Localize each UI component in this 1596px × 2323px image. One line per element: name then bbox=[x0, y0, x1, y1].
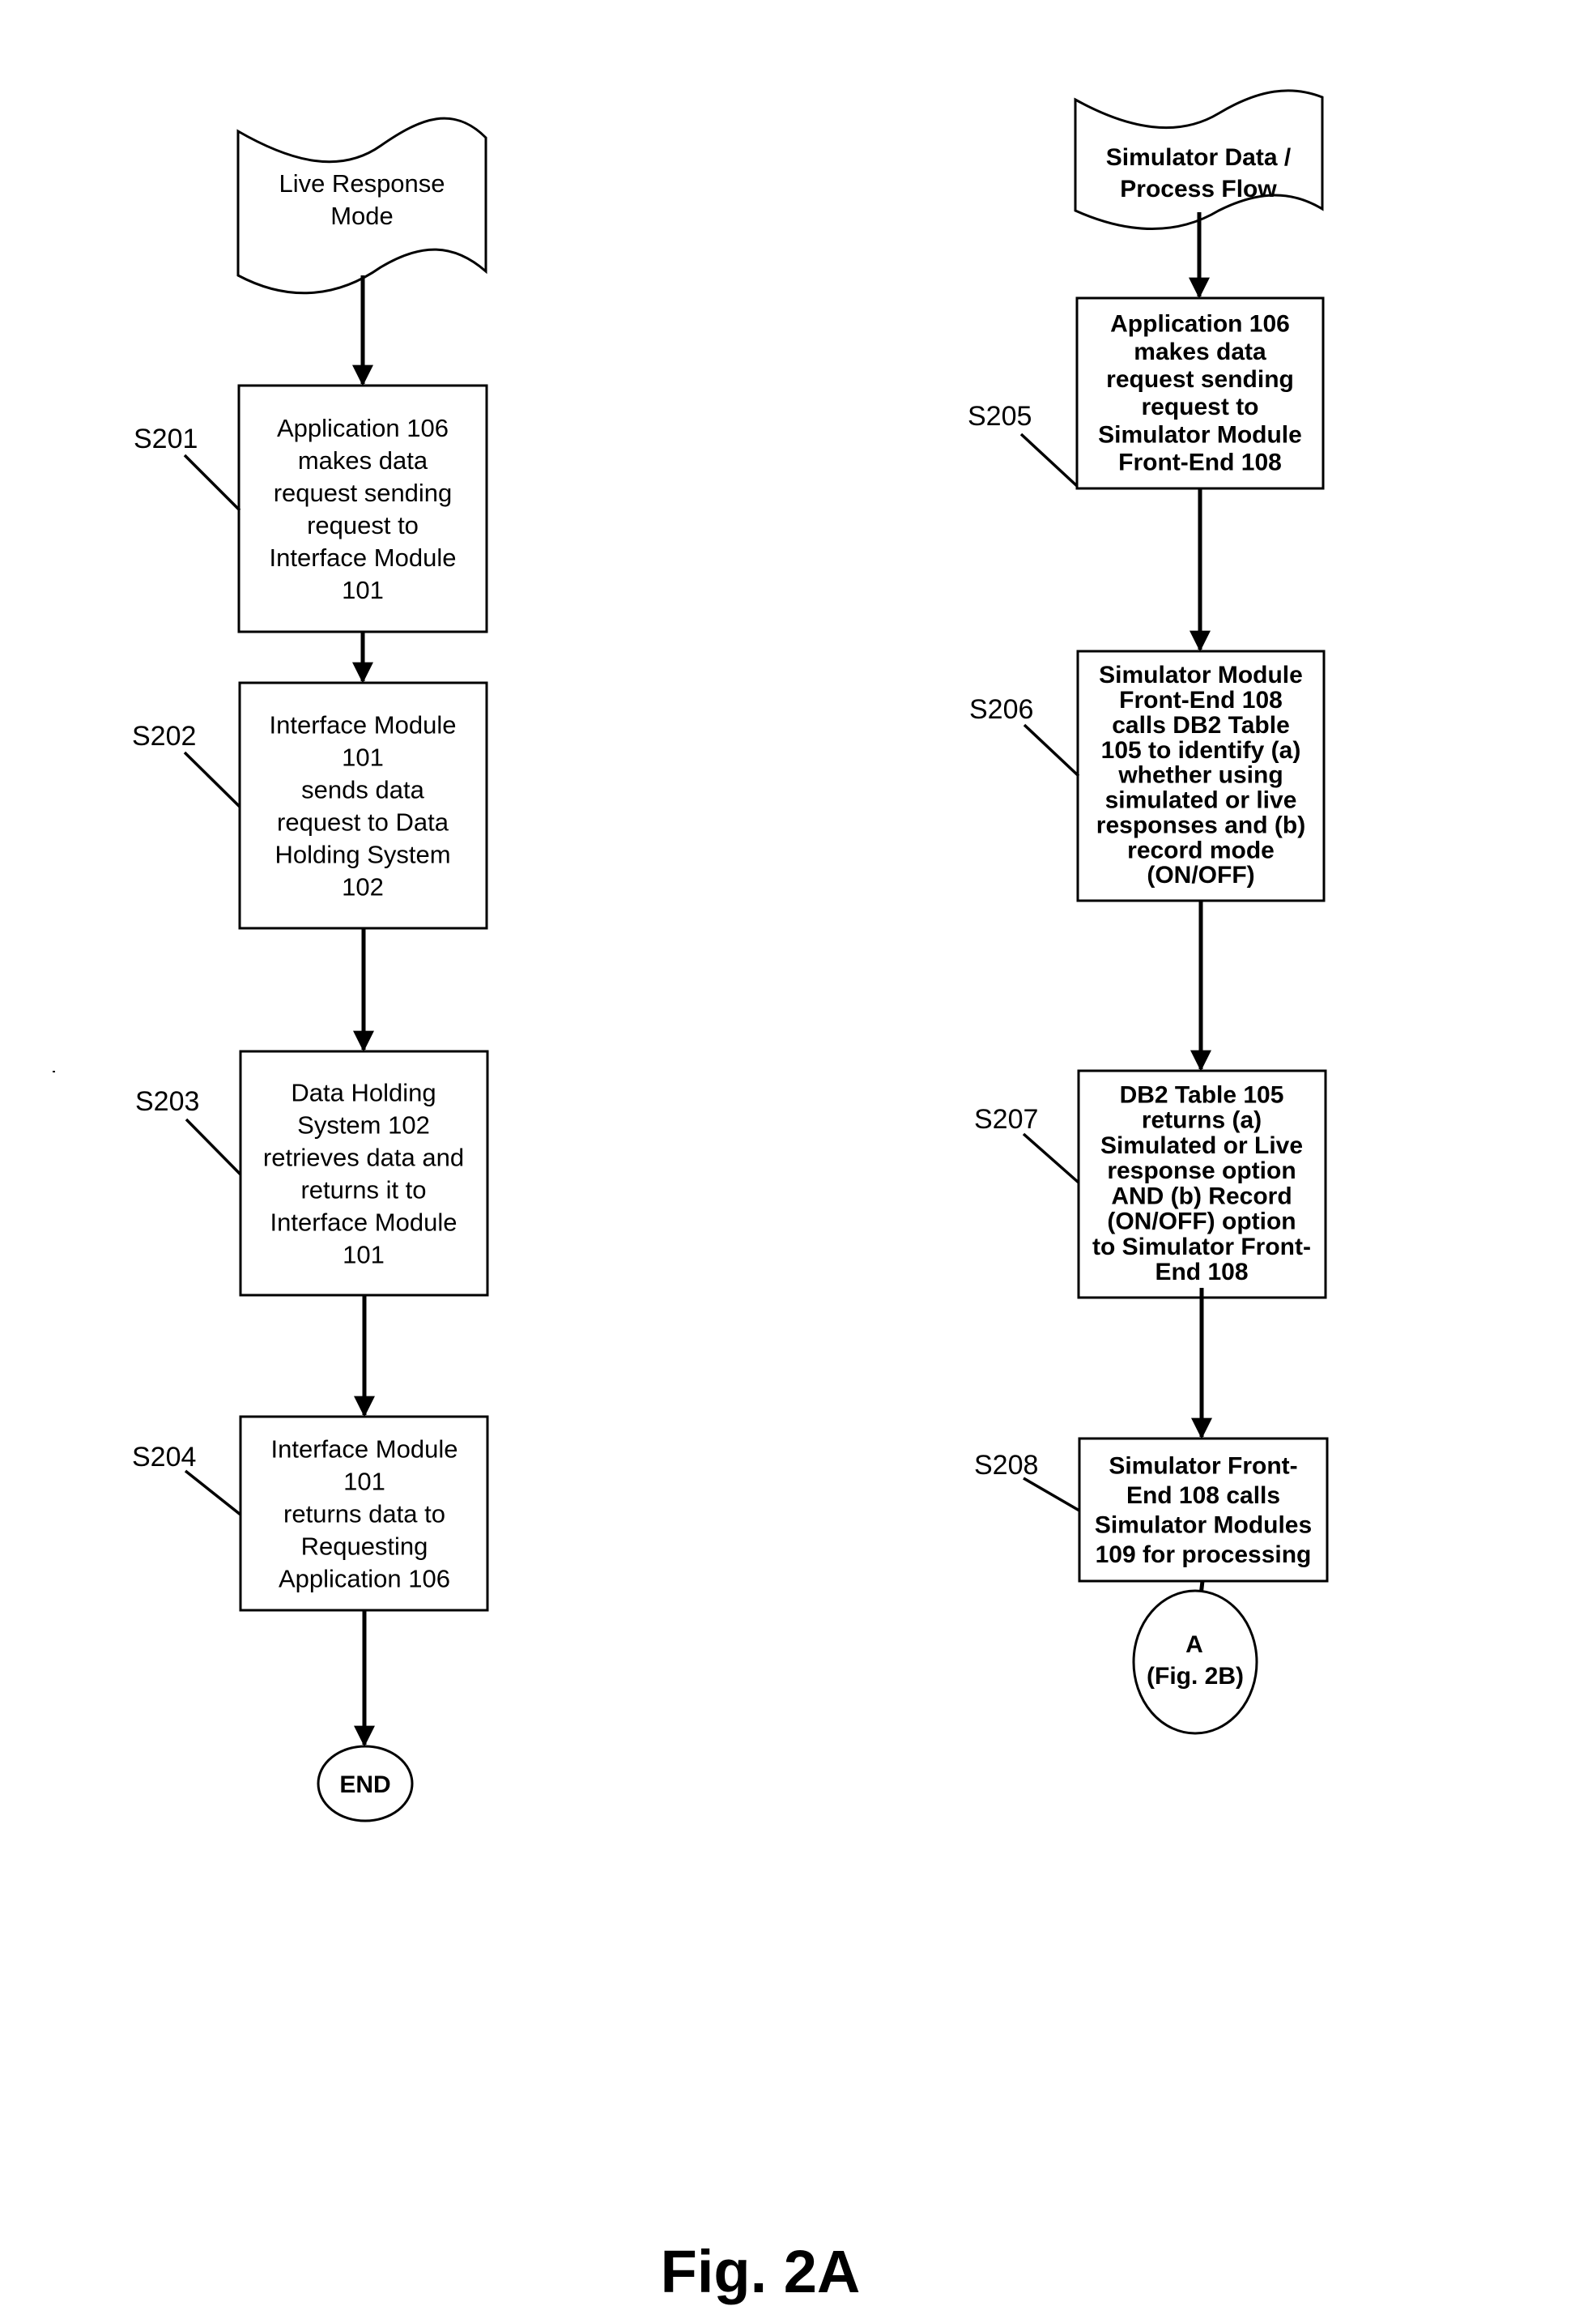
step-text-line: Simulator Module bbox=[1098, 421, 1302, 448]
step-id-label: S208 bbox=[974, 1450, 1038, 1481]
figure-caption: Fig. 2A bbox=[661, 2238, 861, 2305]
connector-label-line-1: A bbox=[1185, 1631, 1203, 1658]
step-text-line: simulated or live bbox=[1105, 787, 1297, 814]
step-text-line: (ON/OFF) option bbox=[1107, 1208, 1296, 1235]
step-text: Simulator ModuleFront-End 108calls DB2 T… bbox=[1096, 662, 1305, 889]
step-text-line: Interface Module bbox=[270, 1208, 458, 1237]
step-id-label: S202 bbox=[132, 721, 196, 752]
step-text-line: makes data bbox=[1134, 339, 1266, 365]
step-text-line: 109 for processing bbox=[1096, 1541, 1312, 1568]
step-s205: Application 106makes datarequest sending… bbox=[968, 296, 1325, 490]
connector-label-line-2: (Fig. 2B) bbox=[1147, 1663, 1244, 1690]
start-label-line-1: Live Response bbox=[279, 169, 445, 198]
step-s208: Simulator Front-End 108 calls Simulator M… bbox=[974, 1437, 1329, 1583]
step-text-line: request sending bbox=[1106, 366, 1294, 393]
step-text-line: Interface Module bbox=[270, 711, 457, 740]
step-id-label: S205 bbox=[968, 401, 1032, 432]
leader-line bbox=[185, 1118, 242, 1176]
step-text-line: 105 to identify (a) bbox=[1101, 737, 1301, 764]
leader-line bbox=[183, 751, 241, 808]
step-id-label: S206 bbox=[969, 694, 1033, 725]
step-id-label: S207 bbox=[974, 1104, 1038, 1135]
step-id-label: S201 bbox=[134, 424, 198, 454]
start-label-line-2: Process Flow bbox=[1120, 176, 1277, 202]
step-text-line: whether using bbox=[1117, 762, 1283, 789]
step-text-line: Simulator Module bbox=[1099, 662, 1303, 688]
start-label-line-1: Simulator Data / bbox=[1106, 144, 1292, 171]
step-text-line: Application 106 bbox=[1110, 311, 1290, 338]
step-s202: Interface Module 101 sends data request to … bbox=[132, 681, 488, 930]
step-text-line: 101 bbox=[342, 576, 384, 604]
step-text-line: 101 bbox=[342, 744, 384, 772]
leader-line bbox=[183, 454, 241, 512]
step-text-line: Holding System bbox=[275, 841, 450, 869]
step-text-line: 101 bbox=[343, 1241, 385, 1269]
step-text-line: Application 106 bbox=[277, 414, 449, 442]
leader-line bbox=[1023, 723, 1080, 778]
leader-line bbox=[184, 1469, 242, 1516]
offpage-connector-a: A (Fig. 2B) bbox=[1132, 1589, 1258, 1735]
leader-line bbox=[1019, 433, 1079, 488]
step-text-line: calls DB2 Table bbox=[1112, 712, 1290, 739]
step-text-line: Front-End 108 bbox=[1118, 450, 1282, 476]
step-s201: Application 106 makes data request sending… bbox=[134, 384, 488, 633]
step-text-line: Simulator Modules bbox=[1095, 1512, 1312, 1539]
step-text-line: request to Data bbox=[277, 808, 449, 837]
start-document-live-response-mode: Live Response Mode bbox=[236, 117, 487, 295]
start-document-simulator-data-process-flow: Simulator Data / Process Flow bbox=[1074, 89, 1324, 230]
leader-line bbox=[1023, 1477, 1080, 1512]
step-text-line: Front-End 108 bbox=[1119, 687, 1283, 714]
step-text-line: Interface Module bbox=[270, 543, 457, 572]
step-text-line: response option bbox=[1107, 1157, 1296, 1184]
step-text-line: End 108 calls bbox=[1126, 1482, 1280, 1509]
step-s203: Data Holding System 102 retrieves data and… bbox=[135, 1050, 489, 1297]
step-id-label: S203 bbox=[135, 1086, 199, 1117]
step-s206: Simulator ModuleFront-End 108calls DB2 T… bbox=[969, 650, 1326, 902]
step-s204: Interface Module 101 returns data to Reques… bbox=[132, 1415, 489, 1612]
step-text-line: Simulator Front- bbox=[1109, 1453, 1297, 1480]
flowchart-figure: Live Response Mode Application 106makes … bbox=[53, 89, 1329, 2305]
step-text-line: (ON/OFF) bbox=[1147, 862, 1254, 889]
step-text-line: request to bbox=[1141, 394, 1258, 420]
start-label-line-2: Mode bbox=[330, 202, 394, 230]
step-text-line: to Simulator Front- bbox=[1092, 1234, 1311, 1260]
right-flow: Simulator Data / Process Flow Applicatio… bbox=[968, 89, 1329, 1735]
step-text-line: retrieves data and bbox=[263, 1144, 464, 1172]
step-text-line: record mode bbox=[1127, 837, 1275, 863]
step-text-line: AND (b) Record bbox=[1111, 1183, 1292, 1209]
step-text-line: request sending bbox=[274, 479, 453, 507]
step-text-line: Application 106 bbox=[279, 1565, 450, 1593]
scan-speck bbox=[53, 1071, 55, 1072]
step-id-label: S204 bbox=[132, 1442, 196, 1473]
connector-shape bbox=[1132, 1589, 1258, 1735]
leader-line bbox=[1022, 1132, 1080, 1184]
end-label: END bbox=[339, 1771, 390, 1798]
step-text-line: DB2 Table 105 bbox=[1120, 1081, 1284, 1108]
step-text-line: Interface Module bbox=[271, 1435, 458, 1464]
step-text-line: 101 bbox=[343, 1468, 385, 1496]
step-text: Interface Module 101 returns data to Reques… bbox=[271, 1435, 458, 1593]
left-flow: Live Response Mode Application 106 makes … bbox=[132, 117, 489, 1822]
step-text-line: returns it to bbox=[300, 1176, 426, 1204]
step-text-line: 102 bbox=[342, 873, 384, 901]
step-text-line: End 108 bbox=[1155, 1259, 1248, 1285]
step-text-line: returns (a) bbox=[1142, 1107, 1262, 1134]
end-terminator: END bbox=[317, 1745, 414, 1822]
step-text-line: Simulated or Live bbox=[1100, 1132, 1303, 1159]
step-text-line: request to bbox=[307, 511, 419, 539]
step-text-line: Requesting bbox=[301, 1532, 428, 1561]
step-text-line: System 102 bbox=[297, 1111, 430, 1140]
step-text-line: sends data bbox=[301, 776, 424, 804]
step-s207: DB2 Table 105returns (a)Simulated or Liv… bbox=[974, 1069, 1327, 1299]
step-text-line: returns data to bbox=[283, 1500, 445, 1528]
step-text-line: Data Holding bbox=[291, 1079, 436, 1107]
step-text-line: makes data bbox=[298, 446, 428, 475]
step-text-line: responses and (b) bbox=[1096, 812, 1305, 838]
